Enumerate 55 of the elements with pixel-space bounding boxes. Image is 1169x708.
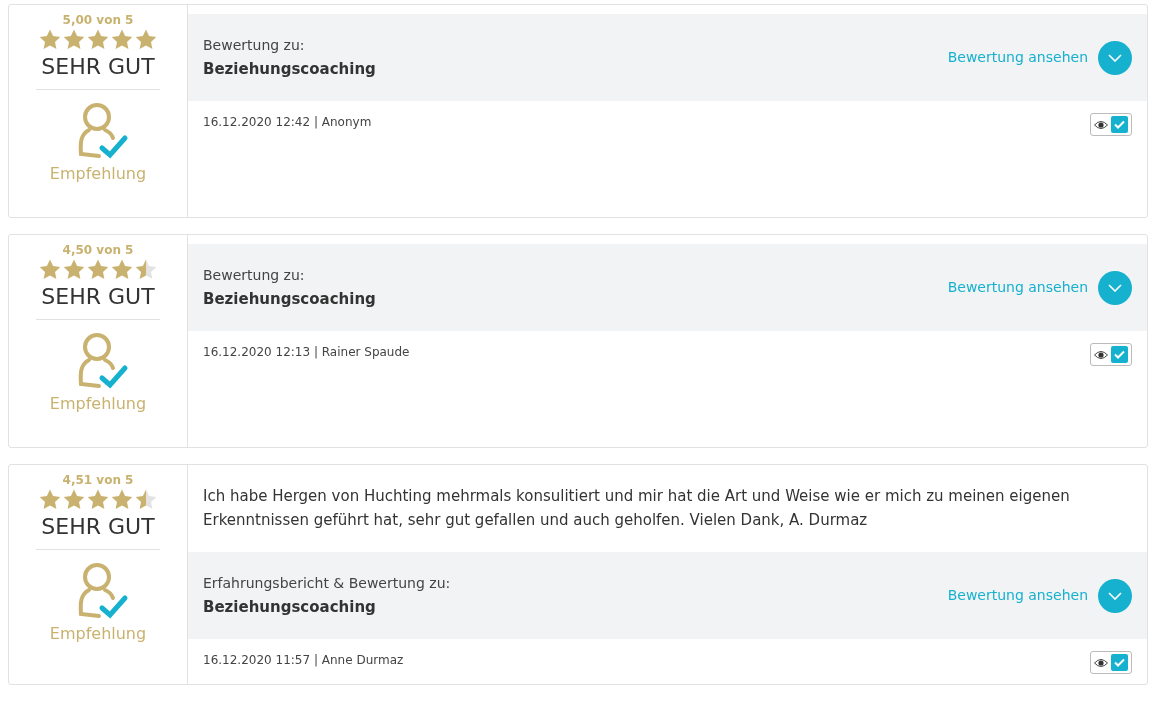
eye-icon [1094, 657, 1108, 668]
subject-title: Beziehungscoaching [203, 596, 377, 618]
verdict-text: SEHR GUT [41, 283, 155, 311]
checkbox[interactable] [1111, 346, 1128, 363]
subject-label: Bewertung zu: [203, 265, 306, 285]
expand-button[interactable] [1098, 270, 1132, 305]
subject-label: Erfahrungsbericht & Bewertung zu: [203, 573, 451, 593]
score-text: 4,50 von 5 [62, 243, 134, 257]
checkbox[interactable] [1111, 116, 1128, 133]
checkbox[interactable] [1111, 654, 1128, 671]
expand-button[interactable] [1098, 40, 1132, 75]
star-icon [62, 488, 86, 512]
star-icon [134, 28, 158, 52]
recommendation-text: Empfehlung [49, 393, 147, 415]
check-icon [1114, 120, 1125, 129]
score-text: 5,00 von 5 [62, 13, 134, 27]
view-review-link[interactable]: Bewertung ansehen [947, 585, 1088, 606]
eye-icon [1094, 119, 1108, 130]
check-icon [1114, 658, 1125, 667]
eye-icon [1094, 349, 1108, 360]
visibility-toggle[interactable] [1090, 651, 1132, 674]
star-icon [86, 28, 110, 52]
star-icon [134, 258, 158, 282]
star-icon [134, 488, 158, 512]
star-icon [62, 28, 86, 52]
subject-label: Bewertung zu: [203, 35, 306, 55]
chevron-down-icon [1108, 591, 1122, 600]
recommendation-text: Empfehlung [49, 623, 147, 645]
score-text: 4,51 von 5 [62, 473, 134, 487]
view-review-link[interactable]: Bewertung ansehen [947, 277, 1088, 298]
recommendation-text: Empfehlung [49, 163, 147, 185]
subject-title: Beziehungscoaching [203, 288, 376, 310]
visibility-toggle[interactable] [1090, 343, 1132, 366]
star-icon [38, 488, 62, 512]
star-icon [86, 488, 110, 512]
check-icon [1114, 350, 1125, 359]
star-icon [62, 258, 86, 282]
star-icon [110, 488, 134, 512]
review-meta: 16.12.2020 11:57 | Anne Durmaz [203, 652, 404, 669]
verdict-text: SEHR GUT [41, 513, 155, 541]
review-meta: 16.12.2020 12:13 | Rainer Spaude [203, 344, 410, 361]
review-meta: 16.12.2020 12:42 | Anonym [203, 114, 372, 131]
star-icon [38, 258, 62, 282]
star-icon [86, 258, 110, 282]
verdict-text: SEHR GUT [41, 53, 155, 81]
expand-button[interactable] [1098, 578, 1132, 613]
star-icon [38, 28, 62, 52]
visibility-toggle[interactable] [1090, 113, 1132, 136]
star-icon [110, 28, 134, 52]
chevron-down-icon [1108, 53, 1122, 62]
view-review-link[interactable]: Bewertung ansehen [947, 47, 1088, 68]
subject-title: Beziehungscoaching [203, 58, 376, 80]
review-text: Ich habe Hergen von Huchting mehrmals konsulitiert und mir hat die Art und Weise wie er mich zu meinen eigenen Erkenntnissen geführt hat, sehr gut gefallen und auch geholfen. Vielen Dank, A. Durmaz [202, 486, 1071, 531]
chevron-down-icon [1108, 283, 1122, 292]
star-icon [110, 258, 134, 282]
